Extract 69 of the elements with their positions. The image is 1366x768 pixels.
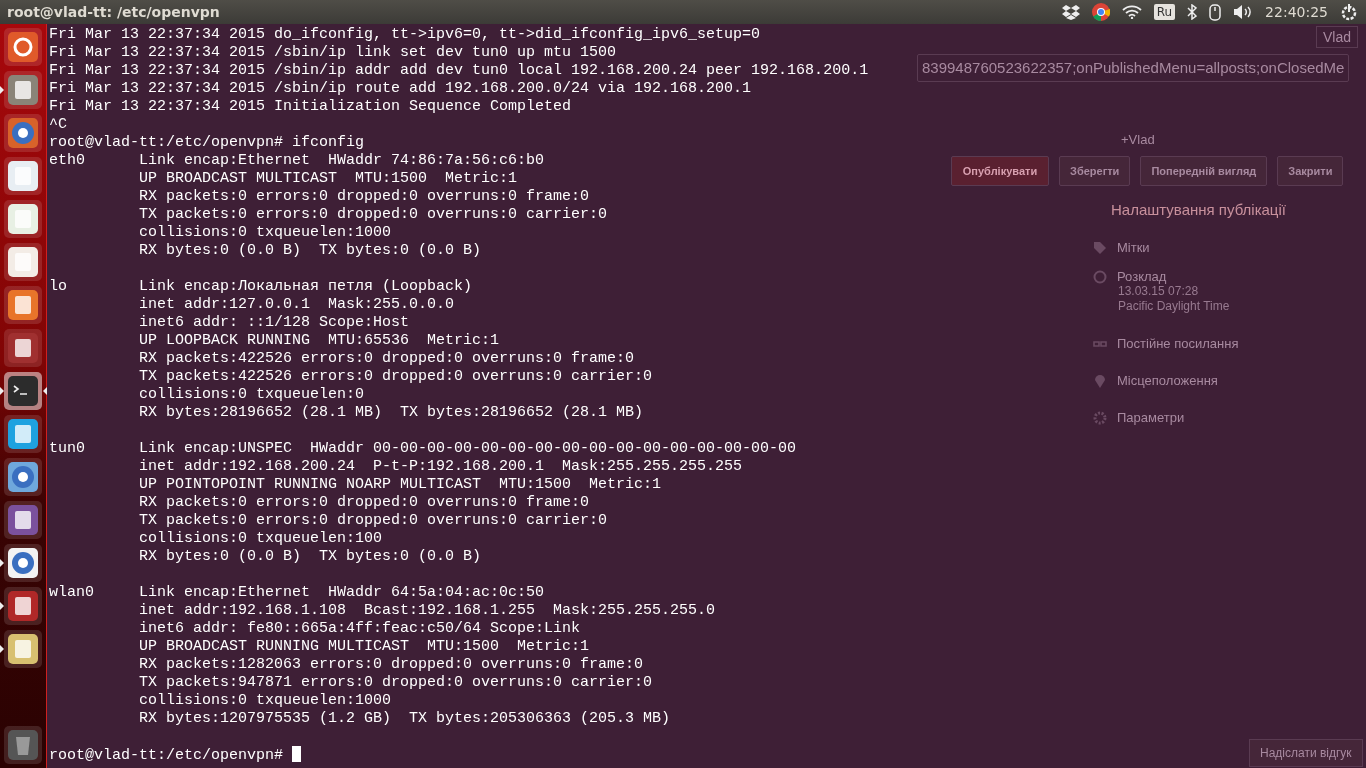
feedback-button[interactable]: Надіслати відгук [1249, 739, 1363, 767]
editor-button[interactable]: Опублікувати [951, 156, 1049, 186]
terminal-output-line: UP BROADCAST RUNNING MULTICAST MTU:1500 Metric:1 [138, 638, 590, 655]
settings-item[interactable]: Параметри [1117, 410, 1185, 425]
schedule-detail: Pacific Daylight Time [1117, 299, 1231, 314]
terminal-output-line: RX packets:0 errors:0 dropped:0 overruns:0 frame:0 [138, 188, 590, 205]
terminal-output-line: inet addr:127.0.0.1 Mask:255.0.0.0 [138, 296, 455, 313]
mouse-icon[interactable] [1209, 3, 1222, 21]
terminal-output-line: eth0 Link encap:Ethernet HWaddr 74:86:7a:56:c6:b0 [49, 152, 546, 169]
settings-heading[interactable]: Налаштування публікації [1093, 201, 1286, 218]
terminal-output-line: collisions:0 txqueuelen:100 [138, 530, 384, 547]
clock[interactable]: 22:40:25 [1265, 4, 1328, 20]
clock-icon [1093, 269, 1107, 284]
terminal-prompt: root@vlad-tt:/etc/openvpn# [49, 747, 285, 764]
terminal-output-line: wlan0 Link encap:Ethernet HWaddr 64:5a:04:ac:0c:50 [49, 584, 546, 601]
terminal-output-line: tun0 Link encap:UNSPEC HWaddr 00-00-00-00-00-00-00-00-00-00-00-00-00-00-00-00 [49, 440, 798, 457]
terminal-output-line: inet addr:192.168.1.108 Bcast:192.168.1.255 Mask:255.255.255.0 [138, 602, 716, 619]
address-bar[interactable]: 839948760523622357;onPublishedMenu=allposts;onClosedMe [917, 54, 1350, 82]
terminal-output-line: RX bytes:0 (0.0 B) TX bytes:0 (0.0 B) [138, 548, 482, 565]
terminal-output-line: TX packets:0 errors:0 dropped:0 overruns:0 carrier:0 [138, 512, 608, 529]
editor-button[interactable]: Попередній вигляд [1140, 156, 1268, 186]
terminal-output-line: RX packets:422526 errors:0 dropped:0 overruns:0 frame:0 [138, 350, 635, 367]
keyboard-layout-indicator[interactable]: Ru [1153, 4, 1176, 20]
gear-icon [1093, 410, 1107, 425]
bluetooth-icon[interactable] [1187, 4, 1198, 20]
terminal-output-line: UP LOOPBACK RUNNING MTU:65536 Metric:1 [138, 332, 500, 349]
trash-launcher-icon[interactable] [4, 726, 42, 764]
terminal-output-line: UP POINTOPOINT RUNNING NOARP MULTICAST MTU:1500 Metric:1 [138, 476, 662, 493]
terminal-output-line: root@vlad-tt:/etc/openvpn# ifconfig [49, 134, 365, 151]
terminal-output-line: collisions:0 txqueuelen:1000 [138, 224, 393, 241]
tag-icon [1093, 240, 1107, 255]
settings-item[interactable]: Розклад [1117, 269, 1167, 284]
terminal-output-line: inet6 addr: fe80::665a:4ff:feac:c50/64 Scope:Link [138, 620, 581, 637]
terminal-output-line: collisions:0 txqueuelen:1000 [138, 692, 393, 709]
settings-item[interactable]: Постійне посилання [1117, 336, 1239, 351]
terminal-output-line: Fri Mar 13 22:37:34 2015 /sbin/ip addr add dev tun0 local 192.168.200.24 peer 192.168.200.1 [49, 62, 869, 79]
terminal-output-line: RX bytes:28196652 (28.1 MB) TX bytes:28196652 (28.1 MB) [138, 404, 644, 421]
dropbox-icon[interactable] [1061, 4, 1080, 20]
terminal-output-line: lo Link encap:Локальная петля (Loopback) [49, 278, 474, 295]
pin-icon [1093, 373, 1107, 388]
terminal-output-line: inet6 addr: ::1/128 Scope:Host [138, 314, 410, 331]
schedule-detail: 13.03.15 07:28 [1117, 284, 1200, 299]
terminal-launcher-icon[interactable] [4, 372, 42, 410]
terminal-output-line: RX packets:1282063 errors:0 dropped:0 overruns:0 frame:0 [138, 656, 644, 673]
window-title: root@vlad-tt: /etc/openvpn [7, 4, 220, 20]
terminal-output-line: TX packets:0 errors:0 dropped:0 overruns:0 carrier:0 [138, 206, 608, 223]
profile-tab[interactable]: Vlad [1315, 26, 1358, 48]
terminal-output-line: Fri Mar 13 22:37:34 2015 do_ifconfig, tt->ipv6=0, tt->did_ifconfig_ipv6_setup=0 [49, 26, 761, 43]
terminal-output-line: Fri Mar 13 22:37:34 2015 /sbin/ip route add 192.168.200.0/24 via 192.168.200.1 [49, 80, 752, 97]
terminal-output-line: RX bytes:0 (0.0 B) TX bytes:0 (0.0 B) [138, 242, 482, 259]
terminal-output-line: TX packets:947871 errors:0 dropped:0 overruns:0 carrier:0 [138, 674, 653, 691]
user-link[interactable]: +Vlad [1121, 132, 1155, 147]
settings-item[interactable]: Мітки [1117, 240, 1150, 255]
power-gear-icon[interactable] [1340, 3, 1358, 21]
terminal-output-line: RX packets:0 errors:0 dropped:0 overruns:0 frame:0 [138, 494, 590, 511]
terminal-output-line: Fri Mar 13 22:37:34 2015 /sbin/ip link set dev tun0 up mtu 1500 [49, 44, 617, 61]
cursor-icon [292, 746, 302, 762]
terminal-output-line: Fri Mar 13 22:37:34 2015 Initialization Sequence Completed [49, 98, 572, 115]
terminal-output-line: ^C [49, 116, 67, 133]
terminal-output-line: RX bytes:1207975535 (1.2 GB) TX bytes:205306363 (205.3 MB) [138, 710, 671, 727]
terminal-output-line: collisions:0 txqueuelen:0 [138, 386, 366, 403]
terminal-output-line: TX packets:422526 errors:0 dropped:0 overruns:0 carrier:0 [138, 368, 653, 385]
wifi-icon[interactable] [1121, 5, 1142, 19]
terminal-output-line: UP BROADCAST MULTICAST MTU:1500 Metric:1 [138, 170, 518, 187]
terminal-output-line: inet addr:192.168.200.24 P-t-P:192.168.200.1 Mask:255.255.255.255 [138, 458, 743, 475]
editor-button[interactable]: Закрити [1277, 156, 1344, 186]
settings-item[interactable]: Місцеположення [1117, 373, 1218, 388]
volume-icon[interactable] [1233, 4, 1254, 20]
editor-button[interactable]: Зберегти [1059, 156, 1131, 186]
